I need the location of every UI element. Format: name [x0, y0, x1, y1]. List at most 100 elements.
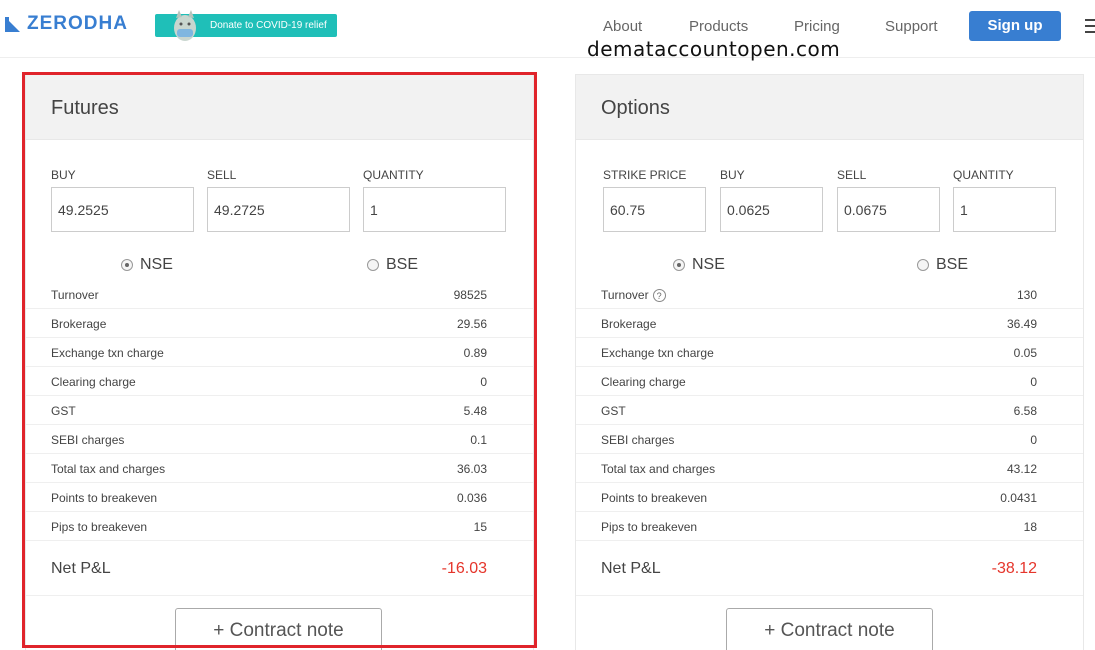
table-row: Pips to breakeven 15 — [26, 512, 533, 541]
futures-sell-label: SELL — [207, 168, 237, 182]
row-value: 0 — [1030, 433, 1037, 447]
table-row: Points to breakeven 0.036 — [26, 483, 533, 512]
row-value: 43.12 — [1006, 462, 1037, 476]
options-quantity-input[interactable] — [953, 187, 1056, 232]
menu-icon[interactable] — [1085, 19, 1095, 33]
row-value: 6.58 — [1013, 404, 1037, 418]
options-strike-input[interactable] — [603, 187, 706, 232]
row-value: 18 — [1023, 520, 1037, 534]
net-pnl-value: -16.03 — [441, 560, 487, 577]
net-pnl-label: Net P&L — [51, 560, 111, 577]
brand-name: ZERODHA — [27, 13, 128, 34]
options-strike-label: STRIKE PRICE — [603, 168, 687, 182]
table-row: Brokerage 36.49 — [576, 309, 1083, 338]
masked-mascot-icon — [169, 8, 201, 44]
table-row: Total tax and charges 43.12 — [576, 454, 1083, 483]
row-label: Brokerage — [51, 317, 107, 331]
futures-radio-nse[interactable]: NSE — [121, 256, 173, 274]
row-label: Turnover? — [601, 288, 666, 303]
row-value: 36.49 — [1006, 317, 1037, 331]
signup-button[interactable]: Sign up — [969, 11, 1061, 41]
table-row: Clearing charge 0 — [26, 367, 533, 396]
row-value: 0 — [480, 375, 487, 389]
row-value: 15 — [473, 520, 487, 534]
futures-buy-input[interactable] — [51, 187, 194, 232]
turnover-label: Turnover — [601, 288, 649, 302]
options-quantity-label: QUANTITY — [953, 168, 1014, 182]
row-label: Exchange txn charge — [601, 346, 714, 360]
options-buy-label: BUY — [720, 168, 745, 182]
options-net-pnl-row: Net P&L -38.12 — [576, 541, 1083, 596]
options-title: Options — [601, 97, 670, 119]
row-label: GST — [51, 404, 76, 418]
row-value: 5.48 — [463, 404, 487, 418]
table-row: SEBI charges 0.1 — [26, 425, 533, 454]
row-value: 0.1 — [470, 433, 487, 447]
options-radio-nse[interactable]: NSE — [673, 256, 725, 274]
table-row: Brokerage 29.56 — [26, 309, 533, 338]
futures-buy-label: BUY — [51, 168, 76, 182]
row-value: 0.0431 — [1000, 491, 1037, 505]
options-radio-bse[interactable]: BSE — [917, 256, 968, 274]
table-row: GST 5.48 — [26, 396, 533, 425]
futures-nse-label: NSE — [140, 256, 173, 273]
row-label: Pips to breakeven — [601, 520, 698, 534]
row-label: Clearing charge — [601, 375, 686, 389]
nav-support[interactable]: Support — [885, 18, 938, 35]
donate-label: Donate to COVID-19 relief — [210, 20, 327, 31]
futures-contract-note-button[interactable]: + Contract note — [175, 608, 382, 650]
table-row: Points to breakeven 0.0431 — [576, 483, 1083, 512]
row-label: GST — [601, 404, 626, 418]
watermark-text: demataccountopen.com — [587, 37, 841, 61]
futures-charges-table: Turnover 98525 Brokerage 29.56 Exchange tx… — [26, 280, 533, 596]
table-row: Exchange txn charge 0.05 — [576, 338, 1083, 367]
table-row: Turnover? 130 — [576, 280, 1083, 309]
row-label: Points to breakeven — [51, 491, 158, 505]
nav-products[interactable]: Products — [689, 18, 748, 35]
radio-unselected-icon — [367, 259, 379, 271]
donate-banner[interactable]: Donate to COVID-19 relief — [155, 10, 337, 41]
row-label: Pips to breakeven — [51, 520, 148, 534]
futures-quantity-input[interactable] — [363, 187, 506, 232]
row-value: 36.03 — [456, 462, 487, 476]
options-panel: Options STRIKE PRICE BUY SELL QUANTITY N… — [575, 74, 1084, 650]
net-pnl-value: -38.12 — [991, 560, 1037, 577]
row-label: Total tax and charges — [51, 462, 166, 476]
futures-title: Futures — [51, 97, 119, 119]
zerodha-logo[interactable]: ZERODHA — [5, 13, 128, 35]
row-value: 29.56 — [456, 317, 487, 331]
futures-radio-bse[interactable]: BSE — [367, 256, 418, 274]
row-value: 0.89 — [463, 346, 487, 360]
nav-about[interactable]: About — [603, 18, 642, 35]
table-row: Exchange txn charge 0.89 — [26, 338, 533, 367]
futures-quantity-label: QUANTITY — [363, 168, 424, 182]
row-value: 0 — [1030, 375, 1037, 389]
row-label: Brokerage — [601, 317, 657, 331]
table-row: Turnover 98525 — [26, 280, 533, 309]
options-bse-label: BSE — [936, 256, 969, 273]
net-pnl-label: Net P&L — [601, 560, 661, 577]
radio-selected-icon — [673, 259, 685, 271]
row-label: SEBI charges — [601, 433, 675, 447]
options-nse-label: NSE — [692, 256, 725, 273]
row-value: 98525 — [453, 288, 487, 302]
top-navbar: ZERODHA Donate to COVID-19 relief About … — [0, 0, 1095, 58]
table-row: Total tax and charges 36.03 — [26, 454, 533, 483]
table-row: Clearing charge 0 — [576, 367, 1083, 396]
row-value: 130 — [1016, 288, 1037, 302]
options-charges-table: Turnover? 130 Brokerage 36.49 Exchange txn… — [576, 280, 1083, 596]
nav-pricing[interactable]: Pricing — [794, 18, 840, 35]
table-row: Pips to breakeven 18 — [576, 512, 1083, 541]
futures-sell-input[interactable] — [207, 187, 350, 232]
row-label: Points to breakeven — [601, 491, 708, 505]
options-contract-note-button[interactable]: + Contract note — [726, 608, 933, 650]
zerodha-logo-icon — [5, 16, 20, 32]
row-value: 0.05 — [1013, 346, 1037, 360]
row-label: Exchange txn charge — [51, 346, 164, 360]
options-sell-input[interactable] — [837, 187, 940, 232]
options-buy-input[interactable] — [720, 187, 823, 232]
table-row: SEBI charges 0 — [576, 425, 1083, 454]
radio-unselected-icon — [917, 259, 929, 271]
help-icon[interactable]: ? — [652, 289, 666, 303]
row-label: SEBI charges — [51, 433, 125, 447]
